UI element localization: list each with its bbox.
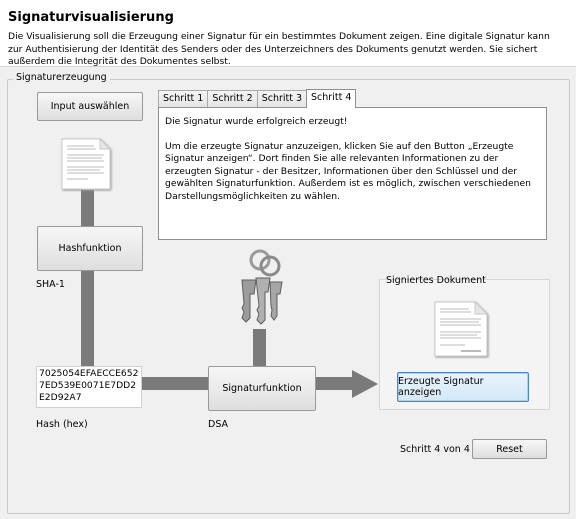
tab-step-1[interactable]: Schritt 1 bbox=[158, 90, 209, 108]
input-select-button[interactable]: Input auswählen bbox=[37, 92, 143, 121]
input-select-label: Input auswählen bbox=[50, 101, 130, 112]
connector-hash-value bbox=[81, 271, 94, 366]
tab-step-4[interactable]: Schritt 4 bbox=[306, 89, 357, 108]
page-title: Signaturvisualisierung bbox=[8, 10, 174, 25]
tab-content-status: Die Signatur wurde erfolgreich erzeugt! bbox=[165, 116, 348, 127]
page-description: Die Visualisierung soll die Erzeugung ei… bbox=[8, 31, 550, 67]
connector-sig-doc bbox=[316, 377, 354, 390]
tab-step-2[interactable]: Schritt 2 bbox=[207, 90, 258, 108]
hash-hex-label: Hash (hex) bbox=[36, 419, 88, 430]
keys-icon bbox=[241, 249, 283, 325]
signed-document-icon bbox=[434, 300, 489, 357]
signature-function-button[interactable]: Signaturfunktion bbox=[208, 366, 316, 411]
signature-algorithm-label: DSA bbox=[208, 419, 229, 430]
step-status: Schritt 4 von 4 bbox=[400, 444, 470, 455]
group-label: Signaturerzeugung bbox=[13, 72, 110, 83]
signed-document-label: Signiertes Dokument bbox=[386, 275, 486, 286]
reset-button[interactable]: Reset bbox=[472, 439, 547, 459]
hash-function-button[interactable]: Hashfunktion bbox=[37, 226, 143, 271]
connector-hash-sig bbox=[142, 377, 208, 390]
document-icon bbox=[61, 137, 112, 190]
hash-value-field: 7025054EFAECCE6527ED539E0071E7DD2E2D92A7 bbox=[36, 366, 142, 408]
arrow-right-icon bbox=[352, 370, 378, 398]
header: Signaturvisualisierung Die Visualisierun… bbox=[0, 0, 576, 67]
reset-label: Reset bbox=[496, 443, 523, 455]
tab-step-3[interactable]: Schritt 3 bbox=[256, 90, 308, 108]
step-tabs: Schritt 1 Schritt 2 Schritt 3 Schritt 4 bbox=[158, 89, 357, 108]
hash-algorithm-label: SHA-1 bbox=[36, 279, 65, 290]
show-signature-button[interactable]: Erzeugte Signatur anzeigen bbox=[397, 372, 529, 402]
connector-key-sig bbox=[253, 329, 266, 366]
connector-doc-hash bbox=[81, 190, 94, 227]
hash-function-label: Hashfunktion bbox=[58, 243, 122, 254]
signature-function-label: Signaturfunktion bbox=[222, 383, 302, 394]
tab-content-instructions: Um die erzeugte Signatur anzuzeigen, kli… bbox=[165, 140, 531, 202]
show-signature-label: Erzeugte Signatur anzeigen bbox=[398, 376, 484, 398]
tab-panel: Die Signatur wurde erfolgreich erzeugt! … bbox=[158, 107, 547, 240]
